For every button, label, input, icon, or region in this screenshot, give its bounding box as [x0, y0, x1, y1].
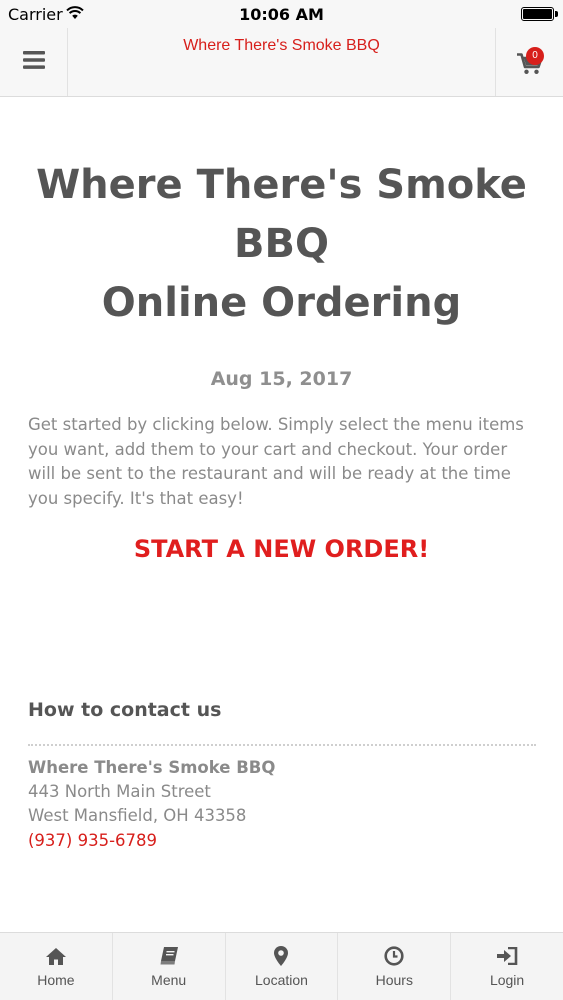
contact-divider — [28, 744, 536, 746]
tab-label: Login — [489, 972, 525, 988]
tab-login[interactable]: Login — [451, 933, 563, 1000]
cart-count-badge: 0 — [526, 47, 544, 65]
tab-hours[interactable]: Hours — [338, 933, 452, 1000]
battery-tip — [555, 11, 558, 17]
tab-label: Home — [37, 972, 75, 988]
page-title-line: Online Ordering — [101, 280, 462, 326]
status-time: 10:06 AM — [239, 5, 324, 24]
tab-label: Menu — [151, 972, 187, 988]
order-date: Aug 15, 2017 — [210, 368, 353, 390]
page-title-line: Where There's Smoke — [36, 162, 527, 208]
start-new-order-button[interactable]: START A NEW ORDER! — [0, 535, 563, 563]
tab-home[interactable]: Home — [0, 933, 113, 1000]
home-icon — [45, 945, 67, 967]
tab-location[interactable]: Location — [226, 933, 339, 1000]
city-address: West Mansfield, OH 43358 — [28, 806, 247, 825]
app-header: Where There's Smoke BBQ 0 — [0, 28, 563, 97]
contact-heading: How to contact us — [28, 699, 222, 721]
page-title-line: BBQ — [234, 221, 329, 267]
tab-menu[interactable]: Menu — [113, 933, 226, 1000]
header-title: Where There's Smoke BBQ — [183, 37, 380, 54]
phone-link[interactable]: (937) 935-6789 — [28, 831, 157, 850]
restaurant-name: Where There's Smoke BBQ — [28, 758, 276, 777]
map-pin-icon — [274, 945, 289, 967]
page-title: Where There's Smoke BBQ Online Ordering — [20, 156, 543, 333]
cart-button[interactable]: 0 — [495, 28, 563, 96]
status-bar: Carrier 10:06 AM — [0, 0, 563, 28]
intro-text: Get started by clicking below. Simply se… — [28, 415, 524, 508]
clock-icon — [384, 945, 404, 967]
battery-icon — [521, 7, 554, 21]
street-address: 443 North Main Street — [28, 782, 211, 801]
hamburger-icon — [22, 51, 45, 73]
tab-label: Location — [255, 972, 308, 988]
login-icon — [496, 945, 518, 967]
tab-label: Hours — [375, 972, 413, 988]
hamburger-menu-button[interactable] — [0, 28, 68, 96]
bottom-tab-bar: Home Menu Location Hours Login — [0, 932, 563, 1000]
book-icon — [159, 945, 179, 967]
